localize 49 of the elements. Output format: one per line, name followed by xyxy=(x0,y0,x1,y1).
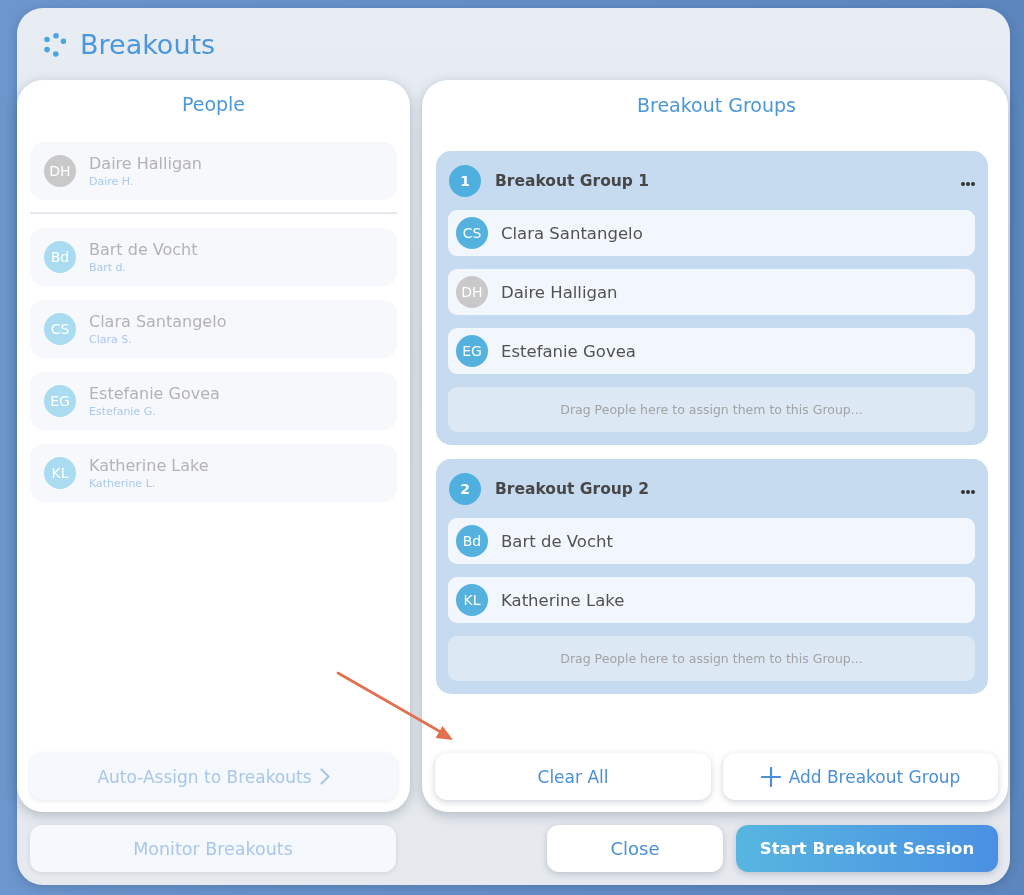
plus-icon xyxy=(760,766,781,787)
more-options-icon[interactable] xyxy=(961,182,975,186)
group-number-badge: 2 xyxy=(449,473,481,505)
person-name: Bart de Vocht xyxy=(89,240,198,259)
person-row[interactable]: Bd Bart de Vocht Bart d. xyxy=(30,228,397,286)
person-short-name: Clara S. xyxy=(89,333,133,346)
person-short-name: Katherine L. xyxy=(89,477,157,490)
person-name: Estefanie Govea xyxy=(89,384,220,403)
close-button[interactable]: Close xyxy=(547,825,723,872)
person-name: Daire Halligan xyxy=(89,154,202,173)
member-row[interactable]: CS Clara Santangelo xyxy=(448,210,975,256)
avatar: EG xyxy=(44,385,76,417)
person-short-name: Bart d. xyxy=(89,261,128,274)
member-row[interactable]: KL Katherine Lake xyxy=(448,577,975,623)
person-name: Daire Halligan xyxy=(501,282,618,302)
panel-title: Breakout Groups xyxy=(637,93,796,117)
person-row[interactable]: EG Estefanie Govea Estefanie G. xyxy=(30,372,397,430)
person-row[interactable]: CS Clara Santangelo Clara S. xyxy=(30,300,397,358)
member-row[interactable]: EG Estefanie Govea xyxy=(448,328,975,374)
avatar: Bd xyxy=(456,525,488,557)
more-options-icon[interactable] xyxy=(961,490,975,494)
drop-zone[interactable]: Drag People here to assign them to this Group... xyxy=(448,636,975,681)
person-name: Bart de Vocht xyxy=(501,531,613,551)
avatar: KL xyxy=(456,584,488,616)
add-group-button[interactable]: Add Breakout Group xyxy=(723,753,998,800)
dialog-title: Breakouts xyxy=(80,29,216,61)
person-name: Katherine Lake xyxy=(501,590,625,610)
avatar: CS xyxy=(44,313,76,345)
clear-all-button[interactable]: Clear All xyxy=(435,753,711,800)
avatar: CS xyxy=(456,217,488,249)
group-number-badge: 1 xyxy=(449,165,481,197)
person-short-name: Daire H. xyxy=(89,175,135,188)
start-session-button[interactable]: Start Breakout Session xyxy=(736,825,998,872)
person-row[interactable]: KL Katherine Lake Katherine L. xyxy=(30,444,397,502)
avatar: KL xyxy=(44,457,76,489)
avatar: EG xyxy=(456,335,488,367)
chevron-right-icon xyxy=(319,768,330,785)
person-name: Clara Santangelo xyxy=(501,223,643,243)
avatar: Bd xyxy=(44,241,76,273)
dots-logo-icon xyxy=(44,33,66,57)
group-title: Breakout Group 1 xyxy=(495,172,650,190)
panel-title: People xyxy=(181,92,246,116)
drop-zone[interactable]: Drag People here to assign them to this Group... xyxy=(448,387,975,432)
member-row[interactable]: Bd Bart de Vocht xyxy=(448,518,975,564)
person-name: Clara Santangelo xyxy=(89,312,227,331)
person-name: Katherine Lake xyxy=(89,456,209,475)
person-name: Estefanie Govea xyxy=(501,341,636,361)
group-title: Breakout Group 2 xyxy=(495,480,650,498)
person-short-name: Estefanie G. xyxy=(89,405,157,418)
